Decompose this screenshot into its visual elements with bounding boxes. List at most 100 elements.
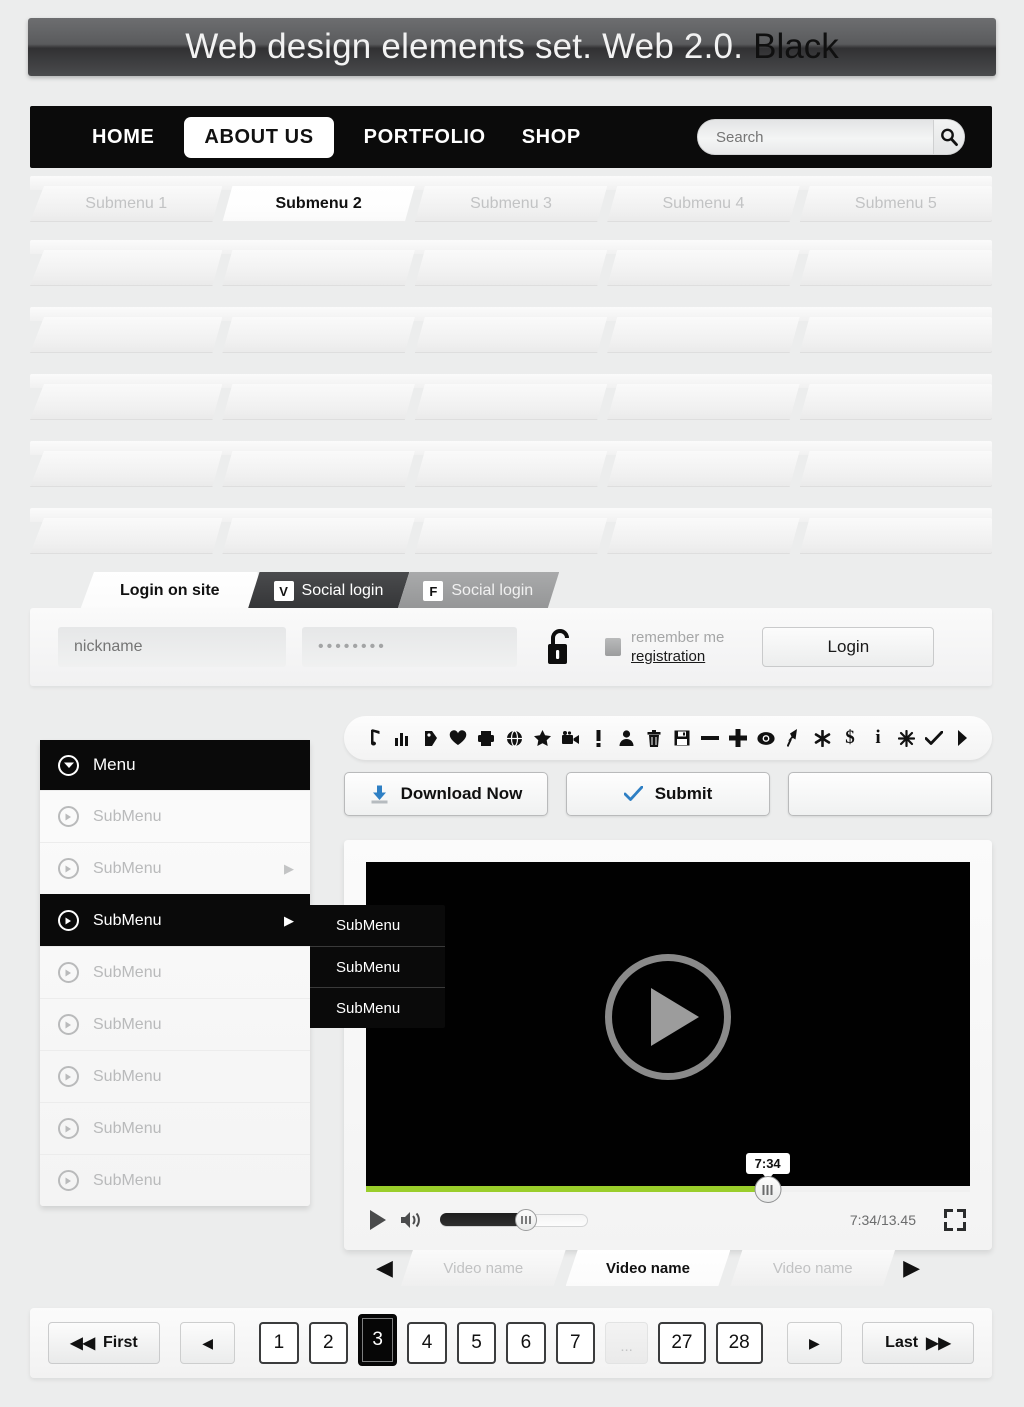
pagination-ellipsis[interactable]: ... xyxy=(604,1322,649,1364)
pagination-page-1[interactable]: 1 xyxy=(259,1322,299,1364)
volume-handle[interactable] xyxy=(514,1209,537,1231)
blank-tab[interactable] xyxy=(222,317,414,353)
blank-tab[interactable] xyxy=(607,518,799,554)
blank-tab[interactable] xyxy=(799,384,993,420)
speaker-icon[interactable] xyxy=(400,1210,426,1230)
blank-tab[interactable] xyxy=(799,518,993,554)
progress-handle[interactable] xyxy=(754,1176,782,1203)
tag-icon[interactable] xyxy=(417,724,443,752)
blank-tab[interactable] xyxy=(222,384,414,420)
remember-me-checkbox[interactable] xyxy=(605,638,621,656)
blank-tab[interactable] xyxy=(30,451,222,487)
blank-tab[interactable] xyxy=(30,384,222,420)
blank-tab[interactable] xyxy=(799,451,993,487)
menu-item-8[interactable]: SubMenu xyxy=(40,1154,310,1206)
pagination-prev-button[interactable]: ◀ xyxy=(180,1322,236,1364)
music-note-icon[interactable] xyxy=(361,724,387,752)
flyout-item-1[interactable]: SubMenu xyxy=(310,905,445,946)
pagination-next-button[interactable]: ▶ xyxy=(786,1322,842,1364)
progress-bar[interactable] xyxy=(366,1186,970,1192)
blank-tab[interactable] xyxy=(415,451,607,487)
pagination-last-button[interactable]: Last ▶▶ xyxy=(861,1322,974,1364)
globe-icon[interactable] xyxy=(501,724,527,752)
arrow-right-icon[interactable] xyxy=(949,724,975,752)
menu-item-7[interactable]: SubMenu xyxy=(40,1102,310,1154)
blank-tab[interactable] xyxy=(415,317,607,353)
exclamation-icon[interactable] xyxy=(585,724,611,752)
tab-social-login-vk[interactable]: V Social login xyxy=(248,572,410,610)
download-now-button[interactable]: Download Now xyxy=(344,772,548,816)
pagination-page-2[interactable]: 2 xyxy=(308,1322,348,1364)
bar-chart-icon[interactable] xyxy=(389,724,415,752)
video-tab-2[interactable]: Video name xyxy=(566,1250,731,1286)
user-icon[interactable] xyxy=(613,724,639,752)
dollar-icon[interactable]: $ xyxy=(837,724,863,752)
blank-tab[interactable] xyxy=(30,250,222,286)
submenu-tab-2[interactable]: Submenu 2 xyxy=(222,186,414,222)
pagination-page-27[interactable]: 27 xyxy=(658,1322,706,1364)
blank-tab[interactable] xyxy=(607,384,799,420)
printer-icon[interactable] xyxy=(473,724,499,752)
password-input[interactable] xyxy=(302,627,517,667)
video-next-icon[interactable]: ▶ xyxy=(895,1255,928,1281)
volume-slider[interactable] xyxy=(440,1209,588,1231)
blank-tab[interactable] xyxy=(222,518,414,554)
blank-tab[interactable] xyxy=(415,250,607,286)
blank-tab[interactable] xyxy=(222,451,414,487)
search-input[interactable] xyxy=(698,128,933,146)
pagination-page-4[interactable]: 4 xyxy=(407,1322,447,1364)
login-button[interactable]: Login xyxy=(762,627,935,667)
heart-icon[interactable] xyxy=(445,724,471,752)
submenu-tab-1[interactable]: Submenu 1 xyxy=(30,186,222,222)
submenu-tab-4[interactable]: Submenu 4 xyxy=(607,186,799,222)
menu-item-3-active[interactable]: SubMenu ▶ xyxy=(40,894,310,946)
blank-tab[interactable] xyxy=(30,518,222,554)
submenu-tab-5[interactable]: Submenu 5 xyxy=(799,186,993,222)
blank-tab[interactable] xyxy=(30,317,222,353)
nav-item-portfolio[interactable]: PORTFOLIO xyxy=(346,126,504,149)
pagination-page-7[interactable]: 7 xyxy=(555,1322,595,1364)
flyout-item-2[interactable]: SubMenu xyxy=(310,946,445,987)
menu-item-2[interactable]: SubMenu ▶ xyxy=(40,842,310,894)
pagination-page-28[interactable]: 28 xyxy=(715,1322,763,1364)
star-icon[interactable] xyxy=(529,724,555,752)
plus-icon[interactable] xyxy=(725,724,751,752)
blank-tab[interactable] xyxy=(607,451,799,487)
blank-tab[interactable] xyxy=(415,384,607,420)
blank-tab[interactable] xyxy=(799,317,993,353)
pagination-page-5[interactable]: 5 xyxy=(456,1322,497,1364)
pagination-page-3-active[interactable]: 3 xyxy=(358,1314,398,1366)
play-button[interactable] xyxy=(370,1210,386,1230)
info-icon[interactable]: i xyxy=(865,724,891,752)
menu-item-6[interactable]: SubMenu xyxy=(40,1050,310,1102)
blank-tab[interactable] xyxy=(415,518,607,554)
video-tab-1[interactable]: Video name xyxy=(401,1250,566,1286)
menu-header[interactable]: Menu xyxy=(40,740,310,790)
fullscreen-icon[interactable] xyxy=(944,1209,966,1231)
video-tab-3[interactable]: Video name xyxy=(730,1250,895,1286)
menu-item-5[interactable]: SubMenu xyxy=(40,998,310,1050)
pagination-first-button[interactable]: ◀◀ First xyxy=(48,1322,161,1364)
video-camera-icon[interactable] xyxy=(557,724,583,752)
pagination-page-6[interactable]: 6 xyxy=(506,1322,546,1364)
video-prev-icon[interactable]: ◀ xyxy=(368,1255,401,1281)
snowflake-icon[interactable] xyxy=(893,724,919,752)
nickname-input[interactable] xyxy=(58,627,286,667)
play-circle-icon[interactable] xyxy=(605,954,731,1081)
minus-icon[interactable] xyxy=(697,724,723,752)
blank-tab[interactable] xyxy=(799,250,993,286)
pin-icon[interactable] xyxy=(781,724,807,752)
registration-link[interactable]: registration xyxy=(631,648,724,665)
nav-item-shop[interactable]: SHOP xyxy=(504,126,599,149)
asterisk-icon[interactable] xyxy=(809,724,835,752)
nav-item-home[interactable]: HOME xyxy=(74,126,172,149)
trash-icon[interactable] xyxy=(641,724,667,752)
blank-tab[interactable] xyxy=(607,250,799,286)
eye-icon[interactable] xyxy=(753,724,779,752)
submit-button[interactable]: Submit xyxy=(566,772,770,816)
submenu-tab-3[interactable]: Submenu 3 xyxy=(415,186,607,222)
blank-tab[interactable] xyxy=(607,317,799,353)
search-button[interactable] xyxy=(933,120,964,154)
flyout-item-3[interactable]: SubMenu xyxy=(310,987,445,1028)
check-icon[interactable] xyxy=(921,724,947,752)
